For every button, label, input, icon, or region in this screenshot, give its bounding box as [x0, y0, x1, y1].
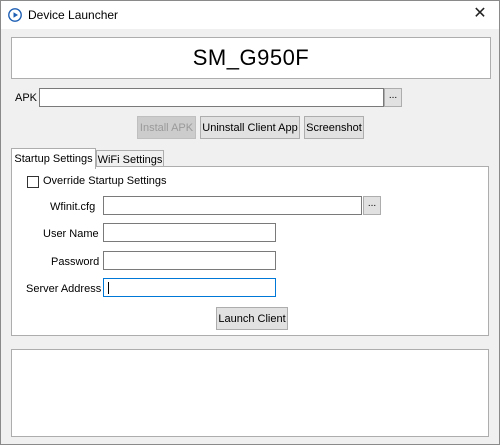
window-title: Device Launcher — [28, 8, 119, 22]
device-name-panel: SM_G950F — [11, 37, 491, 79]
output-log-panel[interactable] — [11, 349, 489, 437]
close-button[interactable]: ✕ — [469, 4, 491, 24]
password-input[interactable] — [104, 252, 275, 269]
device-launcher-window: Device Launcher ✕ SM_G950F APK ... Insta… — [0, 0, 500, 445]
launch-client-button[interactable]: Launch Client — [216, 307, 288, 330]
override-startup-label: Override Startup Settings — [43, 175, 167, 187]
username-label: User Name — [43, 228, 99, 240]
username-field[interactable] — [103, 223, 276, 242]
wfinit-browse-button[interactable]: ... — [363, 196, 381, 215]
text-caret — [108, 282, 109, 294]
startup-settings-panel: Override Startup Settings Wfinit.cfg ...… — [11, 166, 489, 336]
screenshot-button[interactable]: Screenshot — [304, 116, 364, 139]
main-content: SM_G950F APK ... Install APK Uninstall C… — [1, 29, 499, 444]
play-circle-icon — [8, 8, 22, 22]
apk-path-input[interactable] — [40, 89, 383, 106]
wfinit-field[interactable] — [103, 196, 362, 215]
tab-startup-settings[interactable]: Startup Settings — [11, 148, 96, 169]
device-name: SM_G950F — [192, 45, 310, 70]
apk-browse-button[interactable]: ... — [384, 88, 402, 107]
title-bar[interactable]: Device Launcher ✕ — [1, 1, 499, 29]
apk-label: APK — [15, 92, 38, 104]
server-address-field[interactable] — [103, 278, 276, 297]
install-apk-button[interactable]: Install APK — [137, 116, 196, 139]
uninstall-client-app-button[interactable]: Uninstall Client App — [200, 116, 300, 139]
password-field[interactable] — [103, 251, 276, 270]
username-input[interactable] — [104, 224, 275, 241]
wfinit-input[interactable] — [104, 197, 361, 214]
server-address-label: Server Address — [26, 283, 102, 295]
override-startup-checkbox[interactable] — [27, 176, 39, 188]
apk-path-field[interactable] — [39, 88, 384, 107]
wfinit-label: Wfinit.cfg — [50, 201, 96, 213]
password-label: Password — [51, 256, 100, 268]
server-address-input[interactable] — [104, 279, 275, 296]
